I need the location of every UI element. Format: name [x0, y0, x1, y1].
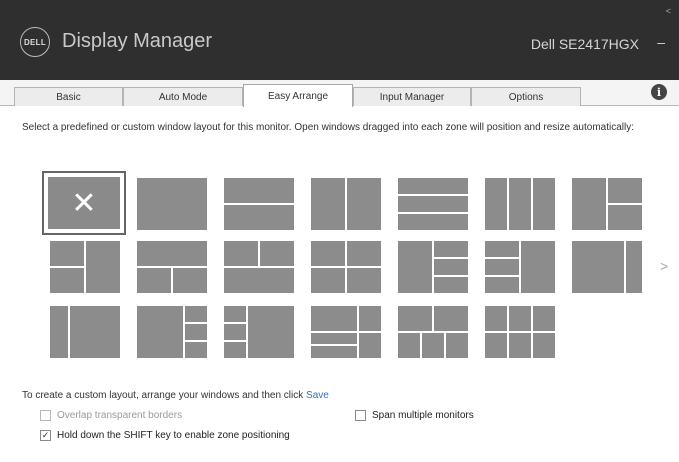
shift-positioning-label: Hold down the SHIFT key to enable zone p…: [57, 430, 290, 441]
dell-logo-text: DELL: [23, 37, 47, 47]
shift-positioning-checkbox[interactable]: ✓: [40, 430, 51, 441]
layout-2-left-1-right[interactable]: [50, 241, 120, 293]
save-link[interactable]: Save: [306, 390, 329, 401]
layout-quad[interactable]: [311, 241, 381, 293]
layout-2-top-1-bottom[interactable]: [224, 241, 294, 293]
layout-2-rows[interactable]: [224, 178, 294, 230]
instructions-text: Select a predefined or custom window lay…: [22, 122, 634, 133]
layout-1-left-2-right[interactable]: [572, 178, 642, 230]
layout-2-top-3-bottom[interactable]: [398, 306, 468, 358]
tab-easy-arrange[interactable]: Easy Arrange: [243, 84, 353, 107]
info-icon[interactable]: i: [651, 84, 667, 100]
next-layouts-arrow-icon[interactable]: >: [660, 258, 668, 274]
custom-layout-text: To create a custom layout, arrange your …: [22, 390, 307, 401]
layout-narrow-left[interactable]: [50, 306, 120, 358]
span-monitors-option[interactable]: Span multiple monitors: [355, 410, 474, 421]
overlap-borders-checkbox: [40, 410, 51, 421]
custom-layout-instruction: To create a custom layout, arrange your …: [22, 390, 329, 401]
layout-none[interactable]: ✕: [42, 171, 126, 235]
layout-3-columns[interactable]: [485, 178, 555, 230]
layout-2-columns[interactable]: [311, 178, 381, 230]
shift-positioning-option[interactable]: ✓ Hold down the SHIFT key to enable zone…: [40, 430, 290, 441]
layout-1-top-2-bottom[interactable]: [137, 241, 207, 293]
overlap-borders-label: Overlap transparent borders: [57, 410, 183, 421]
no-layout-icon: ✕: [48, 177, 120, 229]
tab-options[interactable]: Options: [471, 87, 581, 106]
collapse-icon[interactable]: <: [666, 6, 671, 16]
layout-large-left-3-right[interactable]: [137, 306, 207, 358]
layout-wide-left[interactable]: [572, 241, 642, 293]
layout-full[interactable]: [137, 178, 207, 230]
tab-bar: Basic Auto Mode Easy Arrange Input Manag…: [0, 80, 679, 107]
overlap-borders-option: Overlap transparent borders: [40, 410, 182, 421]
layout-3-left-large-right[interactable]: [224, 306, 294, 358]
tab-input-manager[interactable]: Input Manager: [353, 87, 471, 106]
span-monitors-checkbox[interactable]: [355, 410, 366, 421]
span-monitors-label: Span multiple monitors: [372, 410, 474, 421]
layout-4-rows-left-2-right[interactable]: [311, 306, 381, 358]
tab-basic[interactable]: Basic: [14, 87, 123, 106]
title-bar: DELL Display Manager Dell SE2417HGX – <: [0, 0, 679, 80]
layout-1-left-3-right[interactable]: [398, 241, 468, 293]
minimize-button[interactable]: –: [657, 34, 665, 50]
layout-six-grid[interactable]: [485, 306, 555, 358]
tab-auto-mode[interactable]: Auto Mode: [123, 87, 243, 106]
layout-3-rows[interactable]: [398, 178, 468, 230]
app-title: Display Manager: [62, 30, 213, 52]
monitor-name: Dell SE2417HGX: [530, 36, 639, 52]
dell-logo: DELL: [20, 27, 50, 57]
layout-3-left-1-right[interactable]: [485, 241, 555, 293]
